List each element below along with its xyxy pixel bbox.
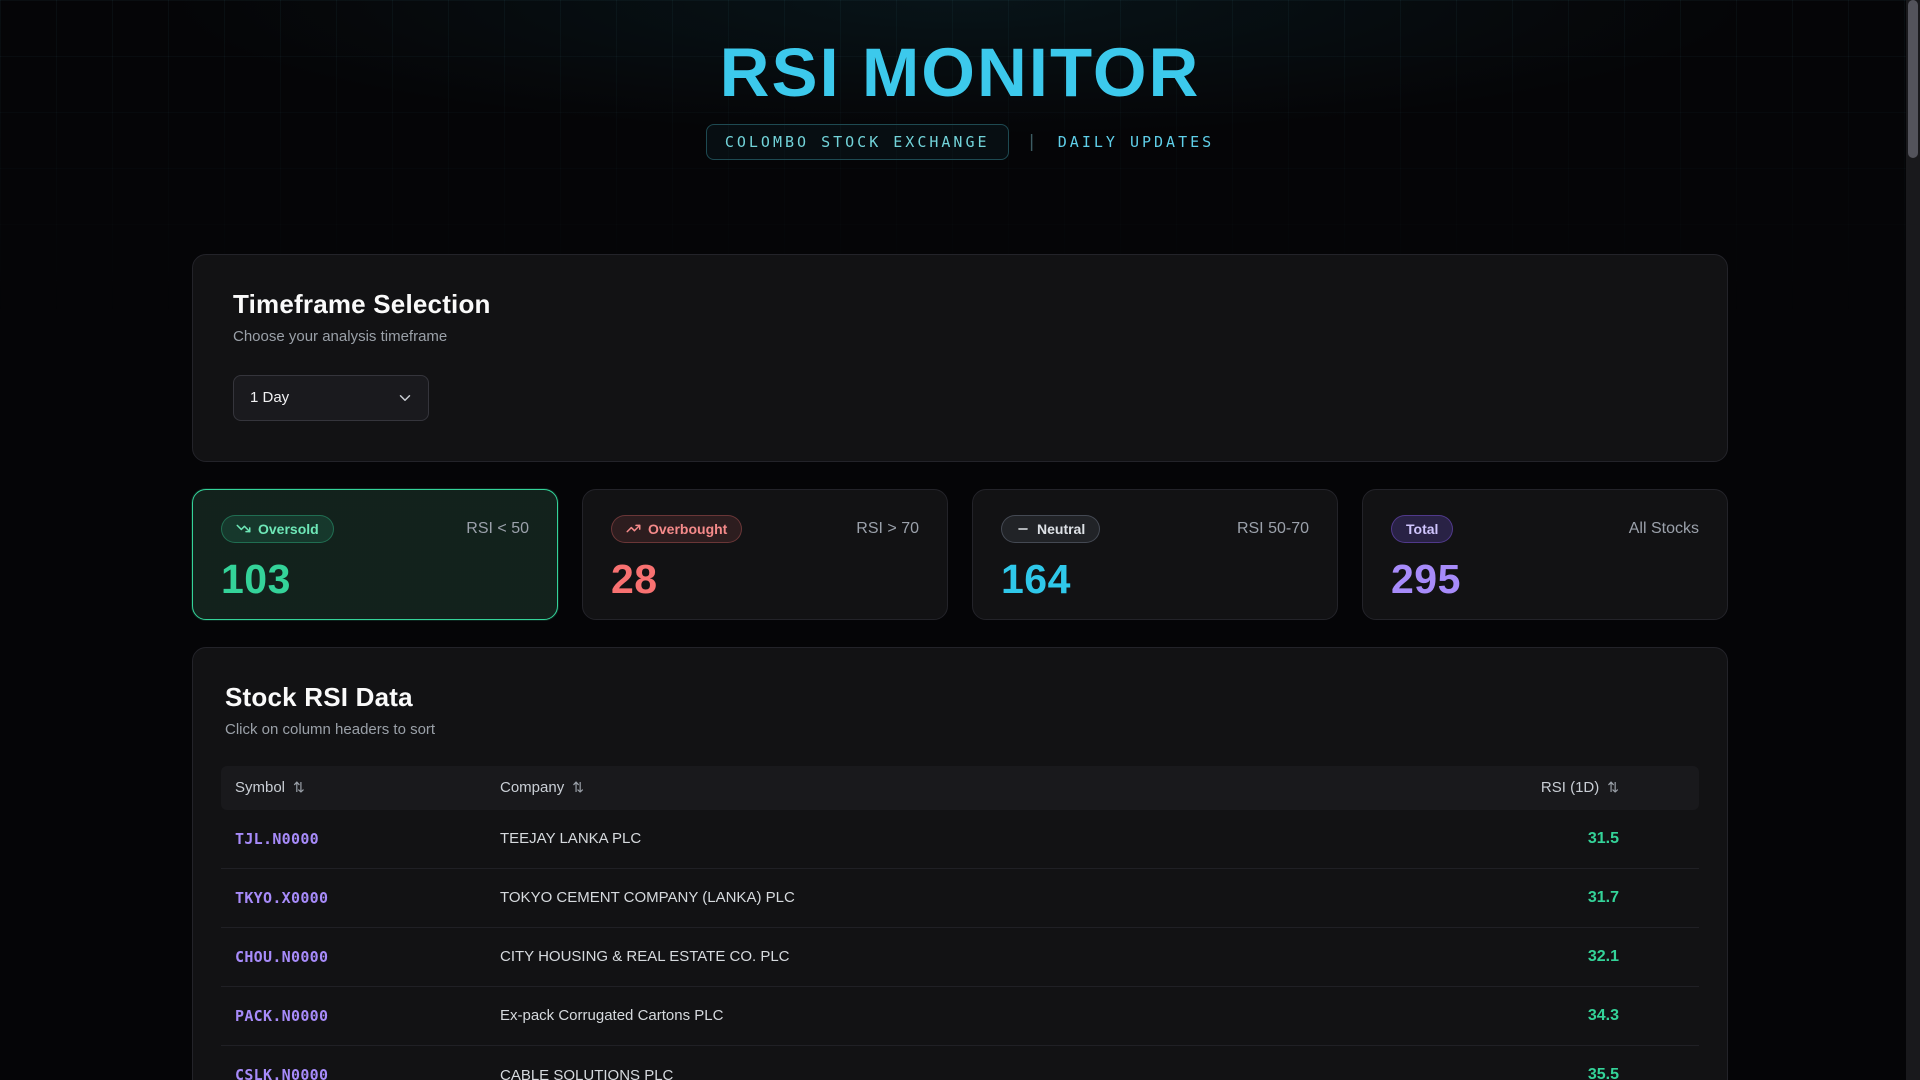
rsi-table: Symbol ⇅ Company ⇅ RSI (1D) ⇅ TJL.N0000 … xyxy=(221,766,1699,1080)
stat-value: 28 xyxy=(611,556,919,603)
cell-rsi: 32.1 xyxy=(1515,948,1685,966)
stat-value: 295 xyxy=(1391,556,1699,603)
stat-badge-label: Overbought xyxy=(648,521,727,537)
chevron-down-icon xyxy=(396,389,414,407)
cell-rsi: 34.3 xyxy=(1515,1007,1685,1025)
sort-icon: ⇅ xyxy=(293,779,305,796)
timeframe-subtitle: Choose your analysis timeframe xyxy=(233,328,1687,345)
column-header-company[interactable]: Company ⇅ xyxy=(500,779,1515,796)
stat-value: 164 xyxy=(1001,556,1309,603)
updates-label: DAILY UPDATES xyxy=(1058,133,1214,151)
cell-rsi: 35.5 xyxy=(1515,1066,1685,1080)
cell-symbol: PACK.N0000 xyxy=(235,1007,500,1025)
minus-icon xyxy=(1016,522,1030,536)
cell-company: CITY HOUSING & REAL ESTATE CO. PLC xyxy=(500,948,1515,965)
stats-row: Oversold RSI < 50 103 Overbought RSI > 7… xyxy=(192,489,1728,620)
cell-rsi: 31.5 xyxy=(1515,830,1685,848)
timeframe-select[interactable]: 1 Day xyxy=(233,375,429,421)
table-row: PACK.N0000 Ex-pack Corrugated Cartons PL… xyxy=(221,987,1699,1046)
table-row: TKYO.X0000 TOKYO CEMENT COMPANY (LANKA) … xyxy=(221,869,1699,928)
cell-symbol: CSLK.N0000 xyxy=(235,1066,500,1080)
stat-badge: Overbought xyxy=(611,515,742,543)
stat-card-overbought[interactable]: Overbought RSI > 70 28 xyxy=(582,489,948,620)
timeframe-selected-value: 1 Day xyxy=(250,389,289,406)
sort-icon: ⇅ xyxy=(572,779,584,796)
stat-badge: Neutral xyxy=(1001,515,1100,543)
column-label: Symbol xyxy=(235,779,285,796)
stat-range-label: RSI 50-70 xyxy=(1237,520,1309,538)
trending-up-icon xyxy=(626,521,641,536)
page-header: RSI MONITOR COLOMBO STOCK EXCHANGE | DAI… xyxy=(192,0,1728,160)
table-row: TJL.N0000 TEEJAY LANKA PLC 31.5 xyxy=(221,810,1699,869)
cell-company: TOKYO CEMENT COMPANY (LANKA) PLC xyxy=(500,889,1515,906)
cell-rsi: 31.7 xyxy=(1515,889,1685,907)
table-body: TJL.N0000 TEEJAY LANKA PLC 31.5 TKYO.X00… xyxy=(221,810,1699,1080)
stat-range-label: All Stocks xyxy=(1629,520,1699,538)
stat-card-total[interactable]: Total All Stocks 295 xyxy=(1362,489,1728,620)
timeframe-card: Timeframe Selection Choose your analysis… xyxy=(192,254,1728,462)
trending-down-icon xyxy=(236,521,251,536)
table-row: CSLK.N0000 CABLE SOLUTIONS PLC 35.5 xyxy=(221,1046,1699,1080)
subtitle-divider: | xyxy=(1027,132,1040,152)
column-header-rsi-1d-[interactable]: RSI (1D) ⇅ xyxy=(1515,779,1685,796)
table-row: CHOU.N0000 CITY HOUSING & REAL ESTATE CO… xyxy=(221,928,1699,987)
stat-badge: Oversold xyxy=(221,515,334,543)
scrollbar-thumb[interactable] xyxy=(1908,0,1918,158)
column-label: Company xyxy=(500,779,564,796)
column-header-symbol[interactable]: Symbol ⇅ xyxy=(235,779,500,796)
cell-symbol: CHOU.N0000 xyxy=(235,948,500,966)
stat-badge: Total xyxy=(1391,515,1453,543)
cell-symbol: TKYO.X0000 xyxy=(235,889,500,907)
table-subtitle: Click on column headers to sort xyxy=(225,721,1695,738)
page-title: RSI MONITOR xyxy=(192,36,1728,111)
timeframe-title: Timeframe Selection xyxy=(233,289,1687,320)
table-header-row: Symbol ⇅ Company ⇅ RSI (1D) ⇅ xyxy=(221,766,1699,810)
page-scrollbar[interactable] xyxy=(1906,0,1920,1080)
column-label: RSI (1D) xyxy=(1541,779,1599,796)
cell-symbol: TJL.N0000 xyxy=(235,830,500,848)
subtitle-row: COLOMBO STOCK EXCHANGE | DAILY UPDATES xyxy=(192,124,1728,160)
table-title: Stock RSI Data xyxy=(225,682,1695,713)
stat-value: 103 xyxy=(221,556,529,603)
cell-company: Ex-pack Corrugated Cartons PLC xyxy=(500,1007,1515,1024)
main-container: RSI MONITOR COLOMBO STOCK EXCHANGE | DAI… xyxy=(192,0,1728,1080)
cell-company: CABLE SOLUTIONS PLC xyxy=(500,1067,1515,1080)
stat-badge-label: Neutral xyxy=(1037,521,1085,537)
stat-card-oversold[interactable]: Oversold RSI < 50 103 xyxy=(192,489,558,620)
stat-card-neutral[interactable]: Neutral RSI 50-70 164 xyxy=(972,489,1338,620)
stat-badge-label: Total xyxy=(1406,521,1438,537)
stat-badge-label: Oversold xyxy=(258,521,319,537)
stat-range-label: RSI < 50 xyxy=(466,520,529,538)
stat-range-label: RSI > 70 xyxy=(856,520,919,538)
sort-icon: ⇅ xyxy=(1607,779,1619,796)
cell-company: TEEJAY LANKA PLC xyxy=(500,830,1515,847)
stock-rsi-card: Stock RSI Data Click on column headers t… xyxy=(192,647,1728,1080)
exchange-badge: COLOMBO STOCK EXCHANGE xyxy=(706,124,1009,160)
